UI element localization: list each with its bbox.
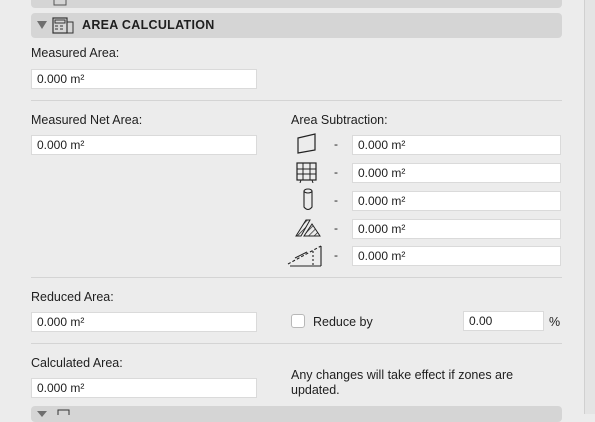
subtraction-field-1[interactable]: 0.000 m²: [352, 135, 561, 155]
section-icon: [57, 409, 71, 415]
calculated-area-label: Calculated Area:: [31, 356, 123, 370]
calculated-area-field[interactable]: 0.000 m²: [31, 378, 257, 398]
subtraction-dash: -: [334, 193, 338, 207]
divider: [31, 100, 562, 101]
area-calculation-header[interactable]: AREA CALCULATION: [31, 13, 562, 38]
previous-section-header[interactable]: [31, 0, 562, 8]
measured-area-field[interactable]: 0.000 m²: [31, 69, 257, 89]
divider: [31, 277, 562, 278]
update-note: Any changes will take effect if zones ar…: [291, 368, 514, 397]
triangle-icon[interactable]: [37, 411, 47, 417]
scrollbar-track[interactable]: [584, 0, 595, 414]
slab-shape-icon: [295, 133, 319, 155]
percent-unit-label: %: [549, 315, 561, 329]
subtraction-dash: -: [334, 137, 338, 151]
area-subtraction-label: Area Subtraction:: [291, 113, 388, 127]
measured-area-label: Measured Area:: [31, 46, 120, 60]
subtraction-field-3[interactable]: 0.000 m²: [352, 191, 561, 211]
subtraction-field-2[interactable]: 0.000 m²: [352, 163, 561, 183]
column-icon: [301, 188, 315, 212]
curtain-wall-grid-icon: [295, 161, 319, 183]
divider: [31, 343, 562, 344]
measured-net-area-field[interactable]: 0.000 m²: [31, 135, 257, 155]
reduce-by-checkbox[interactable]: [291, 314, 305, 328]
reduced-area-label: Reduced Area:: [31, 290, 114, 304]
reduced-area-field[interactable]: 0.000 m²: [31, 312, 257, 332]
subtraction-field-5[interactable]: 0.000 m²: [352, 246, 561, 266]
area-calc-icon: [52, 16, 74, 35]
triangle-down-icon[interactable]: [37, 21, 47, 30]
low-height-roof-icon: [287, 242, 323, 268]
subtraction-field-4[interactable]: 0.000 m²: [352, 219, 561, 239]
reduce-by-percent-field[interactable]: 0.00: [463, 311, 544, 331]
measured-net-area-label: Measured Net Area:: [31, 113, 143, 127]
section-title: AREA CALCULATION: [82, 18, 215, 32]
reduce-by-label: Reduce by: [313, 315, 373, 329]
next-section-header[interactable]: [31, 406, 562, 422]
subtraction-dash: -: [334, 221, 338, 235]
hatched-fill-icon: [294, 216, 322, 238]
section-icon: [53, 0, 73, 6]
subtraction-dash: -: [334, 248, 338, 262]
subtraction-dash: -: [334, 165, 338, 179]
